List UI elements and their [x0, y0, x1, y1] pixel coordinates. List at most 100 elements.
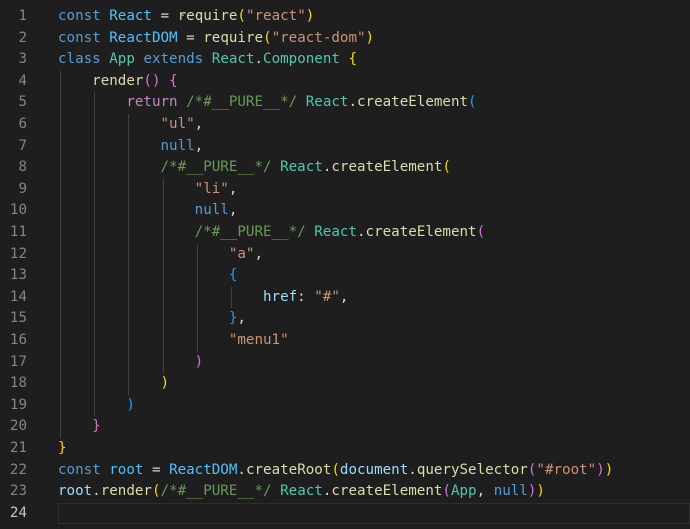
code-line[interactable]: 12 "a", — [0, 244, 690, 266]
token-punctuation — [58, 354, 195, 370]
code-line[interactable]: 24 — [0, 502, 690, 525]
token-bracket1: } — [58, 440, 67, 456]
code-editor[interactable]: ... 1 const React = require("react") 2 cons… — [0, 0, 690, 529]
token-comment: /*#__PURE__*/ — [160, 159, 272, 176]
code-line[interactable]: 1 const React = require("react") — [0, 6, 690, 28]
code-line[interactable]: 9 "li", — [0, 179, 690, 201]
token-bracket1: ) — [305, 8, 315, 24]
token-punctuation — [101, 462, 110, 478]
token-punctuation — [272, 483, 281, 499]
token-punctuation — [161, 73, 170, 89]
code-text: null, — [58, 200, 238, 222]
code-text: class App extends React.Component { — [58, 49, 357, 71]
token-class: React — [280, 159, 323, 176]
line-number: 18 — [9, 375, 27, 392]
token-punctuation: . — [92, 483, 101, 500]
code-line[interactable]: 17 ) — [0, 352, 690, 374]
code-line[interactable]: 6 "ul", — [0, 114, 690, 136]
code-line[interactable]: 2 const ReactDOM = require("react-dom") — [0, 28, 690, 50]
code-text: /*#__PURE__*/ React.createElement( — [58, 222, 485, 244]
code-text: ) — [58, 373, 170, 395]
token-bracket2: ( — [442, 483, 451, 500]
code-text: render() { — [58, 71, 177, 93]
line-number: 22 — [9, 461, 27, 478]
indent-guide — [60, 70, 61, 438]
token-string: "#root" — [536, 461, 597, 478]
token-constant: ReactDOM — [109, 29, 178, 46]
code-line[interactable]: 16 "menu1" — [0, 330, 690, 352]
line-number: 7 — [18, 137, 27, 154]
token-function: require — [177, 8, 238, 24]
line-number: 4 — [18, 72, 27, 89]
token-class: React — [280, 483, 323, 500]
token-keyword: class — [58, 51, 101, 68]
code-line[interactable]: 8 /*#__PURE__*/ React.createElement( — [0, 157, 690, 179]
token-punctuation — [58, 310, 229, 326]
code-line[interactable]: 20 } — [0, 416, 690, 438]
token-punctuation — [272, 159, 281, 175]
token-punctuation — [203, 51, 212, 67]
token-constant: React — [109, 8, 152, 24]
code-text: const root = ReactDOM.createRoot(documen… — [58, 460, 613, 482]
token-function: createElement — [331, 159, 443, 176]
code-text: root.render(/*#__PURE__*/ React.createEl… — [58, 481, 545, 503]
line-number: 14 — [9, 288, 27, 305]
token-function: createElement — [365, 224, 477, 240]
token-punctuation — [58, 289, 263, 305]
code-line[interactable]: 23 root.render(/*#__PURE__*/ React.create… — [0, 481, 690, 503]
code-line[interactable]: 14 href: "#", — [0, 287, 690, 309]
token-punctuation: . — [254, 51, 264, 68]
token-keyword: extends — [143, 51, 204, 68]
token-function: createRoot — [245, 461, 332, 478]
token-bracket2: ) — [194, 353, 204, 370]
token-punctuation — [58, 159, 161, 175]
token-variable: href — [263, 288, 298, 305]
token-function: createElement — [331, 483, 443, 500]
token-keyword: null — [160, 137, 195, 154]
token-class: App — [109, 51, 135, 68]
token-punctuation — [58, 375, 161, 391]
token-punctuation: , — [237, 310, 246, 327]
code-line[interactable]: 3 class App extends React.Component { — [0, 49, 690, 71]
token-constant: ReactDOM — [169, 461, 238, 478]
line-number: 10 — [9, 202, 27, 219]
token-punctuation — [101, 51, 110, 67]
token-punctuation: , — [339, 288, 349, 305]
token-punctuation — [58, 73, 92, 89]
code-text: } — [58, 438, 67, 460]
code-text: ) — [58, 352, 204, 374]
code-text: return /*#__PURE__*/ React.createElement… — [58, 92, 476, 114]
token-string: "react-dom" — [271, 29, 366, 46]
token-punctuation — [58, 397, 126, 413]
code-text: "menu1" — [58, 330, 289, 352]
token-bracket1: { — [348, 51, 358, 68]
token-class: Component — [263, 51, 340, 68]
code-line[interactable]: 5 return /*#__PURE__*/ React.createEleme… — [0, 92, 690, 114]
code-text: null, — [58, 136, 204, 158]
code-line[interactable]: 4 render() { — [0, 71, 690, 93]
code-line[interactable]: 15 }, — [0, 308, 690, 330]
code-line[interactable]: 13 { — [0, 265, 690, 287]
token-bracket2: ( — [476, 224, 486, 240]
line-number: 5 — [18, 94, 27, 111]
token-punctuation — [58, 94, 126, 110]
code-line[interactable]: 10 null, — [0, 200, 690, 222]
code-line[interactable]: 18 ) — [0, 373, 690, 395]
token-punctuation: , — [476, 483, 494, 500]
code-line[interactable]: 7 null, — [0, 136, 690, 158]
code-line[interactable]: 11 /*#__PURE__*/ React.createElement( — [0, 222, 690, 244]
token-bracket2: } — [92, 418, 101, 435]
token-bracket3: { — [228, 267, 238, 284]
indent-guide — [196, 243, 198, 352]
token-punctuation — [101, 30, 110, 46]
line-number: 3 — [18, 51, 27, 68]
code-line[interactable]: 21} — [0, 438, 690, 460]
token-punctuation — [178, 94, 187, 110]
token-punctuation: . — [356, 224, 366, 240]
token-function: require — [203, 29, 264, 46]
code-line[interactable]: 19 ) — [0, 395, 690, 417]
token-string: "#" — [314, 288, 340, 305]
token-keyword: null — [194, 202, 229, 219]
token-class: App — [450, 483, 477, 500]
code-line[interactable]: 22 const root = ReactDOM.createRoot(docum… — [0, 460, 690, 482]
